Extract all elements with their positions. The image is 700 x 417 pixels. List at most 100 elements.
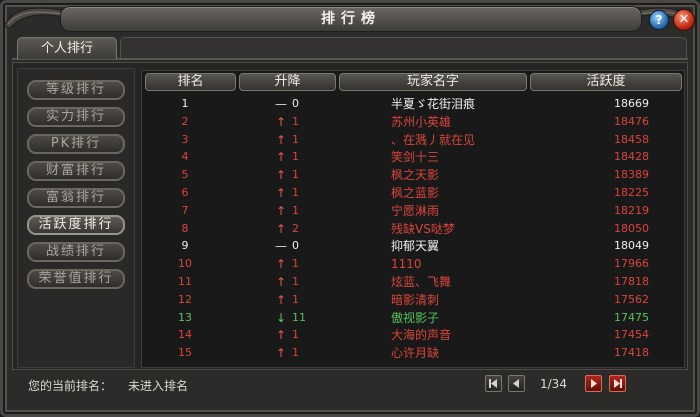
change-cell: 0 [292, 239, 299, 253]
window-title: 排行榜 [321, 11, 381, 27]
rank-cell: 15 [178, 346, 192, 360]
rank-cell: 13 [178, 310, 192, 324]
table-row[interactable]: 3 ↑ 1 、在溅丿就在见 18458 [144, 131, 682, 149]
player-name-cell: 心许月缺 [391, 346, 440, 361]
activity-score-cell: 17562 [614, 292, 649, 306]
activity-score-cell: 18669 [614, 97, 649, 110]
category-strength-button[interactable]: 实力排行 [27, 107, 125, 127]
table-row[interactable]: 4 ↑ 1 笑剑十三 18428 [144, 148, 682, 166]
prev-page-icon[interactable] [508, 375, 525, 392]
table-row[interactable]: 11 ↑ 1 炫蓝、飞舞 17818 [144, 273, 682, 291]
player-name-cell: 枫之天影 [391, 168, 440, 183]
change-cell: 1 [292, 150, 299, 164]
activity-score-cell: 18219 [614, 203, 649, 217]
change-cell: 1 [292, 132, 299, 146]
arrow-up-icon: ↑ [275, 186, 287, 200]
change-cell: 1 [292, 292, 299, 306]
rank-cell: 9 [181, 239, 189, 253]
category-rich-button[interactable]: 富翁排行 [27, 188, 125, 208]
rank-cell: 7 [181, 203, 189, 217]
rank-cell: 1 [181, 97, 189, 110]
activity-score-cell: 17454 [614, 328, 649, 342]
change-cell: 0 [292, 97, 299, 110]
player-name-cell: 枫之蓝影 [391, 186, 440, 200]
arrow-up-icon: ↑ [275, 114, 287, 129]
rank-cell: 12 [178, 292, 192, 306]
activity-score-cell: 17818 [614, 275, 649, 288]
player-name-cell: 、在溅丿就在见 [391, 132, 476, 147]
tab-personal-ranking[interactable]: 个人排行 [17, 37, 117, 59]
table-row[interactable]: 7 ↑ 1 宁愿淋雨 18219 [144, 202, 682, 220]
change-cell: 1 [292, 257, 299, 271]
arrow-down-icon: ↓ [275, 310, 287, 325]
no-change-icon: — [275, 239, 287, 254]
last-page-icon[interactable] [609, 375, 626, 392]
column-header-score[interactable]: 活跃度 [530, 73, 682, 91]
table-row[interactable]: 2 ↑ 1 苏州小英雄 18476 [144, 113, 682, 131]
change-cell: 1 [292, 114, 299, 128]
change-cell: 1 [292, 186, 299, 199]
table-row[interactable]: 15 ↑ 1 心许月缺 17418 [144, 344, 682, 362]
activity-score-cell: 18458 [614, 132, 649, 146]
category-honor-button[interactable]: 荣誉值排行 [27, 269, 125, 289]
table-row[interactable]: 14 ↑ 1 大海的声音 17454 [144, 326, 682, 344]
table-row[interactable]: 6 ↑ 1 枫之蓝影 18225 [144, 184, 682, 202]
table-row[interactable]: 12 ↑ 1 暗影清刺 17562 [144, 291, 682, 309]
activity-score-cell: 18050 [614, 221, 649, 235]
change-cell: 1 [292, 203, 299, 217]
activity-score-cell: 18389 [614, 168, 649, 182]
column-header-change[interactable]: 升降 [239, 73, 336, 91]
rank-cell: 10 [178, 257, 192, 271]
rank-cell: 4 [181, 150, 189, 164]
category-record-button[interactable]: 战绩排行 [27, 242, 125, 262]
table-row[interactable]: 13 ↓ 11 傲视影子 17475 [144, 309, 682, 327]
change-cell: 1 [292, 168, 299, 182]
player-name-cell: 残缺VS哒梦 [391, 221, 455, 236]
tab-strip-fill [120, 37, 687, 58]
arrow-up-icon: ↑ [275, 150, 287, 165]
arrow-up-icon: ↑ [275, 275, 287, 289]
category-level-button[interactable]: 等级排行 [27, 80, 125, 100]
activity-score-cell: 18049 [614, 239, 649, 253]
table-row[interactable]: 1 — 0 半夏ゞ花街泪痕 18669 [144, 95, 682, 113]
table-row[interactable]: 9 — 0 抑郁天翼 18049 [144, 237, 682, 255]
rank-cell: 8 [181, 221, 189, 235]
activity-score-cell: 17418 [614, 346, 649, 360]
page-indicator: 1/34 [540, 377, 567, 391]
rank-cell: 11 [178, 275, 192, 288]
rank-cell: 2 [181, 114, 189, 128]
table-row[interactable]: 8 ↑ 2 残缺VS哒梦 18050 [144, 220, 682, 238]
change-cell: 1 [292, 275, 299, 288]
close-icon[interactable]: ✕ [673, 9, 695, 31]
next-page-icon[interactable] [585, 375, 602, 392]
activity-score-cell: 18476 [614, 114, 649, 128]
arrow-up-icon: ↑ [275, 203, 287, 218]
player-name-cell: 笑剑十三 [391, 150, 440, 165]
activity-score-cell: 18428 [614, 150, 649, 164]
player-name-cell: 炫蓝、飞舞 [391, 275, 452, 289]
activity-score-cell: 18225 [614, 186, 649, 199]
first-page-icon[interactable] [485, 375, 502, 392]
rank-cell: 14 [178, 328, 192, 342]
change-cell: 1 [292, 346, 299, 360]
help-icon[interactable]: ? [649, 10, 669, 30]
category-wealth-button[interactable]: 财富排行 [27, 161, 125, 181]
category-activity-button[interactable]: 活跃度排行 [27, 215, 125, 235]
change-cell: 2 [292, 221, 299, 235]
column-header-rank[interactable]: 排名 [145, 73, 236, 91]
current-rank-label: 您的当前排名： [28, 379, 113, 393]
arrow-up-icon: ↑ [275, 346, 287, 361]
category-pk-button[interactable]: PK排行 [27, 134, 125, 154]
arrow-up-icon: ↑ [275, 257, 287, 272]
player-name-cell: 抑郁天翼 [391, 239, 440, 254]
rank-cell: 6 [181, 186, 189, 199]
player-name-cell: 苏州小英雄 [391, 114, 452, 129]
player-name-cell: 傲视影子 [391, 310, 440, 325]
player-name-cell: 1110 [391, 257, 422, 272]
column-header-name[interactable]: 玩家名字 [339, 73, 527, 91]
arrow-up-icon: ↑ [275, 168, 287, 183]
table-row[interactable]: 10 ↑ 1 1110 17966 [144, 255, 682, 273]
activity-score-cell: 17966 [614, 257, 649, 271]
table-row[interactable]: 5 ↑ 1 枫之天影 18389 [144, 166, 682, 184]
title-bar[interactable]: 排行榜 [60, 6, 642, 32]
